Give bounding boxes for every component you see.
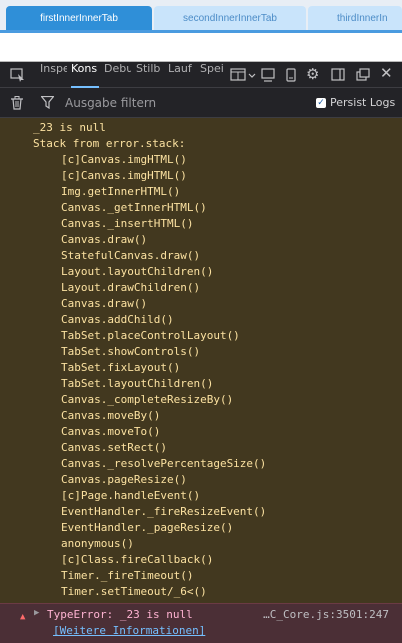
device-icon[interactable] bbox=[286, 68, 296, 85]
dock-side-icon[interactable] bbox=[331, 68, 345, 85]
error-source-link[interactable]: …C_Core.js:3501:247 bbox=[263, 608, 389, 621]
settings-gear-icon[interactable]: ⚙ bbox=[306, 67, 319, 82]
filter-output-input[interactable]: Ausgabe filtern bbox=[65, 96, 156, 110]
element-picker-icon[interactable] bbox=[10, 68, 25, 85]
log-line: EventHandler._pageResize() bbox=[61, 521, 234, 534]
log-line: [c]Canvas.imgHTML() bbox=[61, 169, 187, 182]
log-line: TabSet.placeControlLayout() bbox=[61, 329, 240, 342]
log-line: Canvas.addChild() bbox=[61, 313, 174, 326]
persist-logs-toggle[interactable]: ✓ Persist Logs bbox=[316, 96, 395, 109]
responsive-design-icon[interactable] bbox=[261, 68, 275, 85]
log-line: [c]Class.fireCallback() bbox=[61, 553, 214, 566]
log-line: TabSet.showControls() bbox=[61, 345, 201, 358]
error-icon: ▲ bbox=[20, 612, 26, 622]
error-message-text: TypeError: _23 is null bbox=[47, 608, 193, 621]
close-icon[interactable]: ✕ bbox=[380, 66, 393, 81]
app-content-area bbox=[0, 33, 402, 61]
log-line: Canvas.setRect() bbox=[61, 441, 167, 454]
log-line: Img.getInnerHTML() bbox=[61, 185, 181, 198]
app-tab-strip: firstInnerInnerTab secondInnerInnerTab t… bbox=[0, 0, 402, 33]
separate-window-icon[interactable] bbox=[356, 68, 370, 85]
tab-second-inner-inner[interactable]: secondInnerInnerTab bbox=[154, 6, 306, 30]
tab-console[interactable]: Kons bbox=[71, 62, 99, 88]
tab-first-inner-inner[interactable]: firstInnerInnerTab bbox=[6, 6, 152, 30]
log-line: Canvas.draw() bbox=[61, 233, 148, 246]
tab-debugger[interactable]: Debu bbox=[104, 62, 131, 88]
warning-message-block: _23 is null Stack from error.stack: [c]Can… bbox=[0, 120, 402, 600]
log-line: Layout.layoutChildren() bbox=[61, 265, 214, 278]
expand-arrow-icon[interactable]: ▶ bbox=[34, 608, 39, 618]
layout-menu-icon[interactable] bbox=[230, 68, 258, 85]
log-line: Canvas._getInnerHTML() bbox=[61, 201, 207, 214]
log-line: EventHandler._fireResizeEvent() bbox=[61, 505, 267, 518]
log-line: Canvas._insertHTML() bbox=[61, 217, 194, 230]
log-line: Stack from error.stack: bbox=[33, 137, 186, 150]
log-line: Canvas.pageResize() bbox=[61, 473, 187, 486]
log-line: Canvas._resolvePercentageSize() bbox=[61, 457, 267, 470]
log-line: StatefulCanvas.draw() bbox=[61, 249, 201, 262]
trash-icon[interactable] bbox=[11, 96, 23, 113]
tab-performance[interactable]: Lauf bbox=[168, 62, 195, 88]
log-line: TabSet.fixLayout() bbox=[61, 361, 181, 374]
log-line: [c]Canvas.imgHTML() bbox=[61, 153, 187, 166]
log-line: TabSet.layoutChildren() bbox=[61, 377, 214, 390]
log-line: [c]Page.handleEvent() bbox=[61, 489, 201, 502]
console-output[interactable]: _23 is null Stack from error.stack: [c]Can… bbox=[0, 118, 402, 603]
log-line: anonymous() bbox=[61, 537, 134, 550]
log-line: Canvas.moveBy() bbox=[61, 409, 161, 422]
tab-style-editor[interactable]: Stilb bbox=[136, 62, 163, 88]
tab-inspector[interactable]: Inspe bbox=[40, 62, 67, 88]
persist-logs-checkbox[interactable]: ✓ bbox=[316, 97, 326, 108]
log-line: Timer.setTimeout/_6<() bbox=[61, 585, 207, 598]
log-line: Canvas.moveTo() bbox=[61, 425, 161, 438]
persist-logs-label: Persist Logs bbox=[330, 96, 396, 109]
log-line: Canvas._completeResizeBy() bbox=[61, 393, 234, 406]
log-line: Canvas.draw() bbox=[61, 297, 148, 310]
tab-third-inner-inner[interactable]: thirdInnerIn bbox=[308, 6, 402, 30]
tab-storage[interactable]: Spei bbox=[200, 62, 224, 88]
filter-funnel-icon bbox=[40, 95, 55, 112]
log-line: Layout.drawChildren() bbox=[61, 281, 201, 294]
log-line: _23 is null bbox=[33, 121, 106, 134]
log-line: Timer._fireTimeout() bbox=[61, 569, 194, 582]
error-message-row[interactable]: ▲ ▶ TypeError: _23 is null …C_Core.js:35… bbox=[0, 603, 402, 643]
more-info-link[interactable]: [Weitere Informationen] bbox=[53, 624, 205, 637]
devtools-toolbar: Inspe Kons Debu Stilb Lauf Spei ⚙ ✕ bbox=[0, 62, 402, 88]
console-filter-bar: Ausgabe filtern ✓ Persist Logs bbox=[0, 88, 402, 118]
